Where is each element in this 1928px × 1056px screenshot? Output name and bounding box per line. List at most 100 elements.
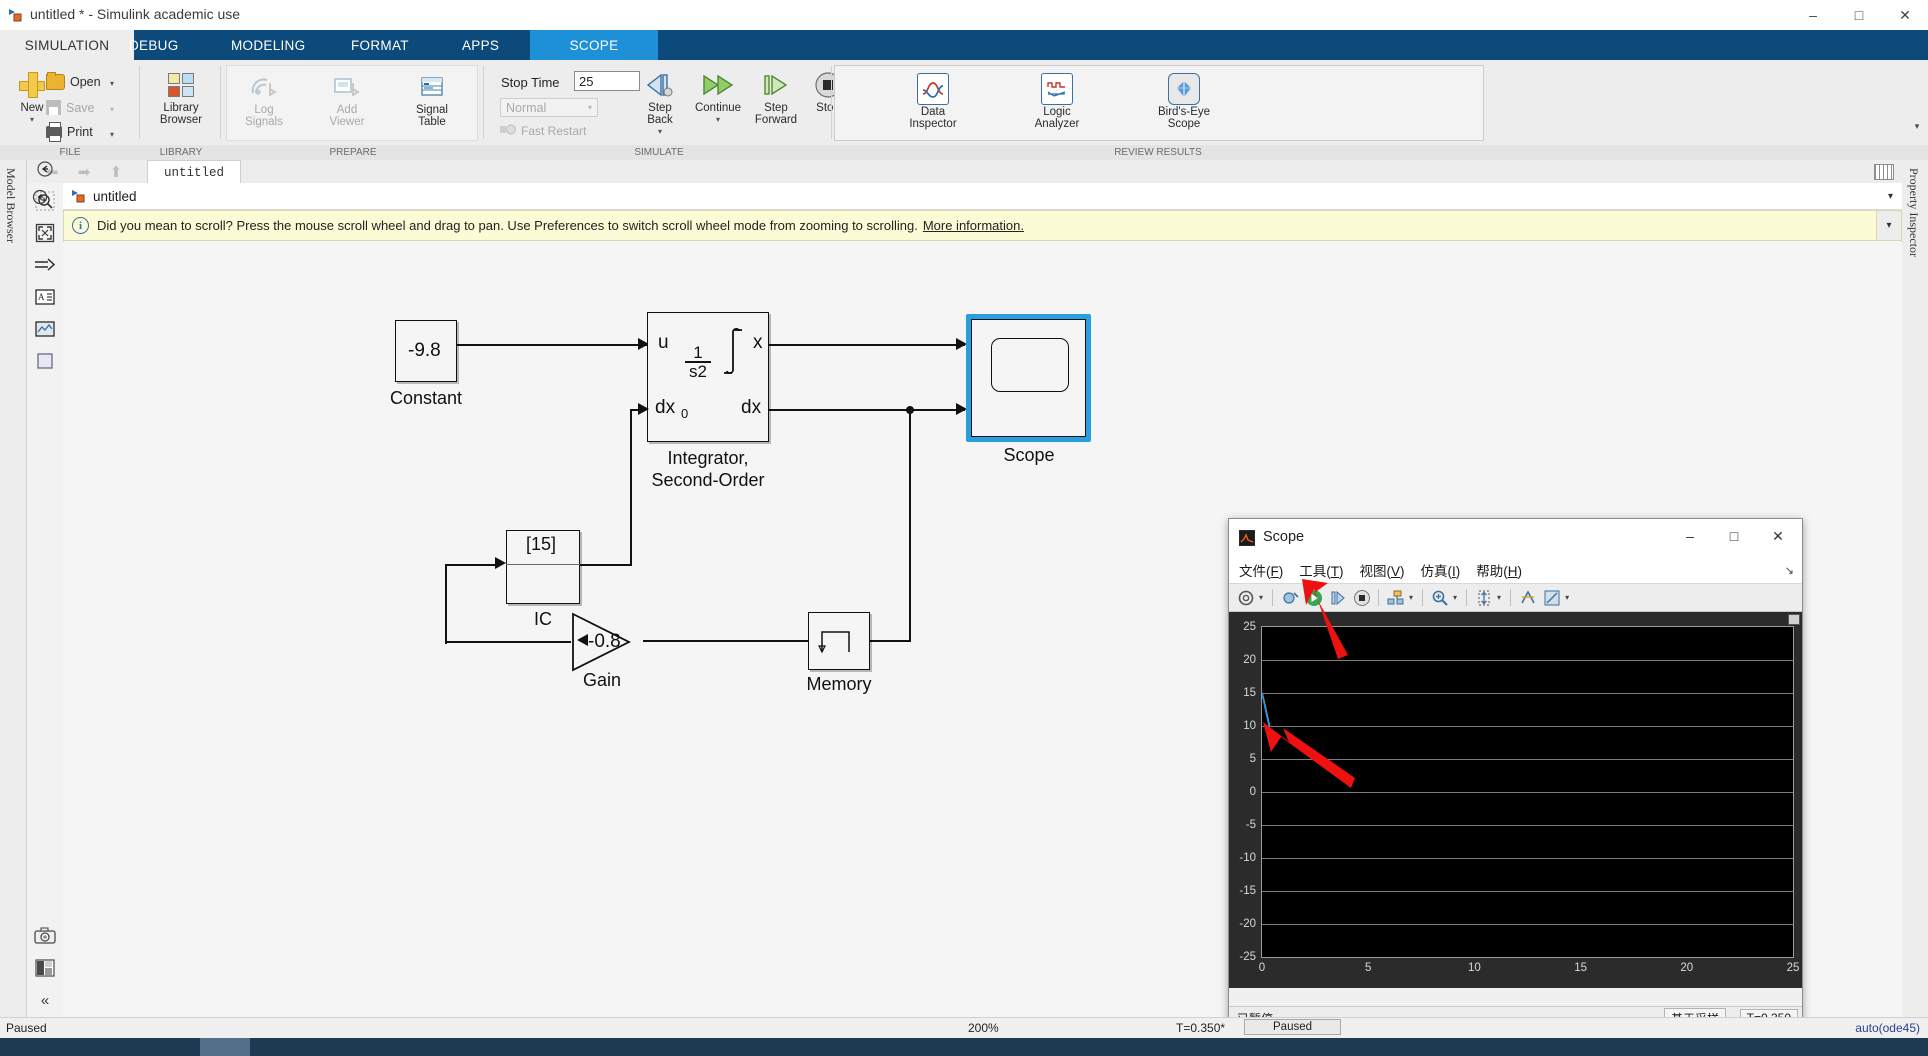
plot-series-dx bbox=[1262, 692, 1271, 728]
chevron-down-icon[interactable]: ▾ bbox=[110, 130, 114, 139]
cursor-measure-icon[interactable] bbox=[1517, 587, 1538, 608]
birds-eye-scope-button[interactable]: Bird's-Eye Scope bbox=[1139, 72, 1229, 130]
plot-maximize-icon[interactable] bbox=[1788, 614, 1800, 625]
chevron-down-icon[interactable]: ▾ bbox=[1453, 593, 1457, 602]
step-forward-icon[interactable] bbox=[1327, 587, 1348, 608]
breadcrumb-label: untitled bbox=[93, 188, 137, 204]
taskbar-app-item[interactable] bbox=[200, 1038, 250, 1056]
scope-plot[interactable]: 25 20 15 10 5 0 -5 -10 -15 -20 -25 0 5 10 15 20 25 bbox=[1239, 621, 1800, 974]
window-minimize-button[interactable]: – bbox=[1790, 0, 1836, 30]
scope-menu-view[interactable]: 视图(V) bbox=[1360, 560, 1405, 580]
stop-icon[interactable] bbox=[1351, 587, 1372, 608]
scope-menu-expand-icon[interactable]: ↘ bbox=[1785, 564, 1794, 577]
fast-restart-button[interactable]: Fast Restart bbox=[500, 123, 586, 139]
nav-up-icon[interactable]: ⬆ bbox=[105, 163, 127, 181]
scope-menu-file[interactable]: 文件(F) bbox=[1239, 560, 1283, 580]
print-button-label: Print bbox=[67, 125, 93, 139]
scope-menu-help[interactable]: 帮助(H) bbox=[1476, 560, 1522, 580]
breadcrumb-back-icon[interactable] bbox=[30, 187, 50, 207]
camera-icon[interactable] bbox=[32, 923, 58, 949]
integrator-denominator: s2 bbox=[689, 361, 707, 381]
new-button-label: New bbox=[20, 102, 44, 114]
y-axis-tick: -5 bbox=[1245, 819, 1256, 831]
scope-menu-tools[interactable]: 工具(T) bbox=[1299, 560, 1343, 580]
scope-minimize-button[interactable]: – bbox=[1668, 519, 1712, 553]
step-back-label-1: Step bbox=[648, 102, 672, 114]
data-inspector-button[interactable]: Data Inspector bbox=[895, 72, 971, 130]
fit-to-view-icon[interactable] bbox=[32, 220, 58, 246]
chevron-down-icon[interactable]: ▾ bbox=[1888, 191, 1893, 202]
viewer-icon[interactable] bbox=[32, 316, 58, 342]
logic-analyzer-button[interactable]: Logic Analyzer bbox=[1019, 72, 1095, 130]
signal-route-icon[interactable] bbox=[32, 252, 58, 278]
run-icon[interactable] bbox=[1303, 587, 1324, 608]
back-icon[interactable] bbox=[32, 156, 58, 182]
scope-close-button[interactable]: ✕ bbox=[1756, 519, 1800, 553]
open-button[interactable]: Open bbox=[46, 72, 101, 90]
config-icon[interactable] bbox=[1235, 587, 1256, 608]
autoscale-icon[interactable] bbox=[1473, 587, 1494, 608]
notification-more-info-link[interactable]: More information. bbox=[923, 218, 1024, 233]
step-back-button[interactable]: Step Back ▾ bbox=[628, 68, 692, 138]
signal-table-label-1: Signal bbox=[416, 104, 448, 116]
chevron-down-icon[interactable]: ▾ bbox=[1259, 593, 1263, 602]
layout-icon[interactable] bbox=[32, 955, 58, 981]
print-button[interactable]: Print bbox=[46, 122, 93, 142]
simulink-app-icon bbox=[8, 7, 24, 23]
notification-collapse-icon[interactable]: ▾ bbox=[1876, 211, 1901, 240]
log-signals-button[interactable]: Log Signals bbox=[232, 70, 296, 128]
svg-text:A: A bbox=[38, 292, 45, 302]
save-button[interactable]: Save bbox=[46, 100, 95, 115]
property-inspector-label: Property Inspector bbox=[1907, 168, 1921, 257]
step-forward-label-1: Step bbox=[764, 102, 788, 114]
y-axis-tick: -10 bbox=[1239, 852, 1256, 864]
grid-toggle-icon[interactable] bbox=[1874, 164, 1894, 180]
tab-format[interactable]: FORMAT bbox=[337, 30, 423, 60]
chevron-down-icon[interactable]: ▾ bbox=[658, 126, 662, 138]
chevron-down-icon[interactable]: ▾ bbox=[1409, 593, 1413, 602]
signal-table-button[interactable]: Signal Table bbox=[400, 70, 464, 128]
info-icon: i bbox=[72, 217, 89, 234]
property-inspector-panel[interactable]: Property Inspector bbox=[1901, 160, 1928, 1026]
model-browser-panel[interactable]: Model Browser bbox=[0, 160, 27, 1026]
ribbon-collapse-icon[interactable]: ▾ bbox=[1910, 118, 1924, 134]
simulation-mode-select[interactable]: Normal ▾ bbox=[500, 98, 598, 117]
sim-params-icon[interactable] bbox=[1279, 587, 1300, 608]
chevron-down-icon[interactable]: ▾ bbox=[110, 105, 114, 114]
status-bar: Paused 200% T=0.350* Paused auto(ode45) bbox=[0, 1017, 1928, 1038]
collapse-icon[interactable]: « bbox=[32, 987, 58, 1013]
tab-apps[interactable]: APPS bbox=[448, 30, 513, 60]
model-tab-untitled[interactable]: untitled bbox=[147, 160, 242, 184]
continue-label: Continue bbox=[694, 102, 742, 114]
window-maximize-button[interactable]: □ bbox=[1836, 0, 1882, 30]
chevron-down-icon[interactable]: ▾ bbox=[1497, 593, 1501, 602]
scope-menu-simulation[interactable]: 仿真(I) bbox=[1421, 560, 1461, 580]
tab-scope[interactable]: SCOPE bbox=[530, 30, 658, 60]
integrator-port-dx0-sub: 0 bbox=[681, 406, 689, 421]
annotation-icon[interactable]: A bbox=[32, 284, 58, 310]
scope-window[interactable]: Scope – □ ✕ 文件(F) 工具(T) 视图(V) 仿真(I) 帮助(H… bbox=[1228, 518, 1803, 1030]
annotation-icon[interactable] bbox=[1541, 587, 1562, 608]
window-close-button[interactable]: ✕ bbox=[1882, 0, 1928, 30]
chevron-down-icon[interactable]: ▾ bbox=[716, 114, 720, 126]
chevron-down-icon[interactable]: ▾ bbox=[1565, 593, 1569, 602]
plot-xtick-holder: 25 bbox=[1787, 627, 1800, 974]
tab-modeling[interactable]: MODELING bbox=[217, 30, 319, 60]
chevron-down-icon[interactable]: ▾ bbox=[30, 114, 34, 126]
group-label-library: LIBRARY bbox=[159, 147, 203, 158]
chevron-down-icon[interactable]: ▾ bbox=[110, 79, 114, 88]
nav-forward-icon[interactable]: ➡ bbox=[73, 163, 95, 181]
tab-simulation[interactable]: SIMULATION bbox=[0, 30, 134, 60]
scope-plot-area[interactable]: 25 20 15 10 5 0 -5 -10 -15 -20 -25 0 5 10 15 20 25 bbox=[1229, 612, 1802, 988]
scope-maximize-button[interactable]: □ bbox=[1712, 519, 1756, 553]
layout-icon[interactable] bbox=[1385, 587, 1406, 608]
block-scope-label: Scope bbox=[1003, 445, 1055, 465]
area-icon[interactable] bbox=[32, 348, 58, 374]
tab-debug[interactable]: DEBUG bbox=[115, 30, 193, 60]
library-browser-button[interactable]: Library Browser bbox=[149, 68, 213, 126]
fast-restart-icon bbox=[500, 123, 516, 139]
continue-button[interactable]: Continue ▾ bbox=[686, 68, 750, 126]
step-forward-icon bbox=[761, 68, 791, 102]
zoom-in-icon[interactable] bbox=[1429, 587, 1450, 608]
add-viewer-button[interactable]: Add Viewer bbox=[315, 70, 379, 128]
